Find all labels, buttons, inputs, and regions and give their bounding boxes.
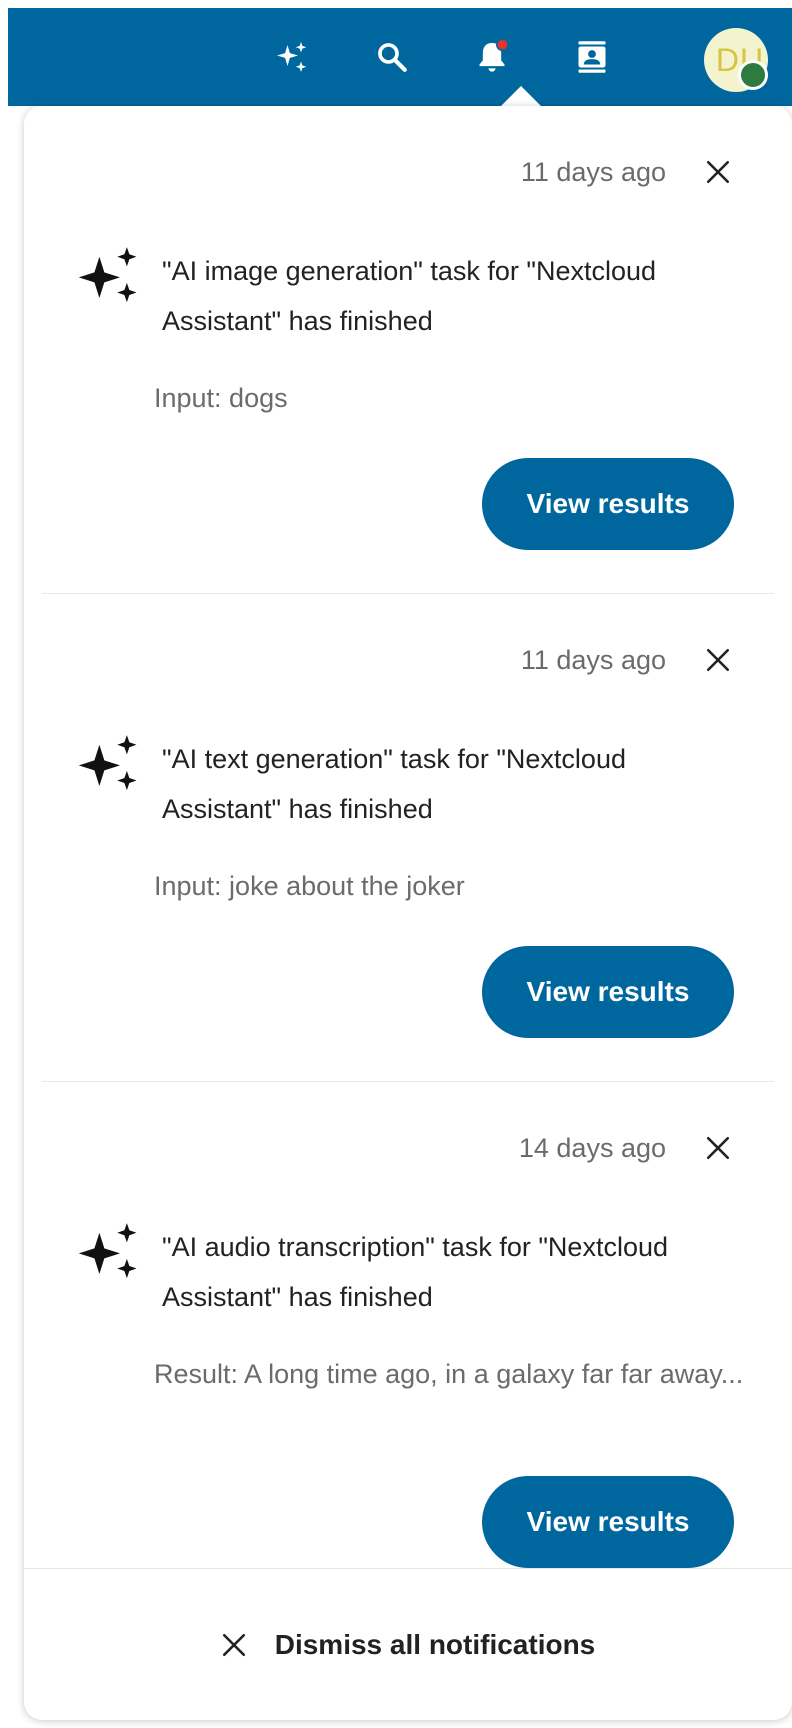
notifications-panel: 11 days ago "AI image generation" task f…	[24, 106, 792, 1720]
notification-timestamp: 14 days ago	[518, 1133, 666, 1163]
assistant-icon[interactable]	[262, 8, 322, 106]
search-icon[interactable]	[362, 8, 422, 106]
contacts-icon[interactable]	[562, 8, 622, 106]
notification-detail: Input: joke about the joker	[154, 871, 465, 901]
assistant-sparkles-icon	[78, 735, 137, 791]
popover-arrow	[499, 86, 543, 108]
notification-title: "AI audio transcription" task for "Nextc…	[162, 1232, 668, 1312]
notification-detail: Input: dogs	[154, 383, 288, 413]
notification-item: 14 days ago "AI audio transcription" tas…	[24, 1082, 792, 1568]
close-icon	[706, 1136, 730, 1160]
close-icon	[706, 648, 730, 672]
header-bar: DU	[8, 8, 792, 106]
view-results-button[interactable]: View results	[482, 946, 734, 1038]
close-icon	[706, 160, 730, 184]
notification-item: 11 days ago "AI text generation" task fo…	[24, 594, 792, 1082]
notification-timestamp: 11 days ago	[520, 157, 666, 187]
dismiss-notification-button[interactable]	[696, 1126, 740, 1170]
dismiss-all-button[interactable]: Dismiss all notifications	[24, 1568, 792, 1720]
online-status-icon	[738, 60, 768, 90]
notification-item: 11 days ago "AI image generation" task f…	[24, 106, 792, 594]
notification-title: "AI text generation" task for "Nextcloud…	[162, 744, 626, 824]
notification-detail: Result: A long time ago, in a galaxy far…	[154, 1359, 744, 1389]
view-results-button[interactable]: View results	[482, 458, 734, 550]
notifications-screen: DU 11 days ago "AI image generation" tas…	[0, 0, 792, 1728]
notification-timestamp: 11 days ago	[520, 645, 666, 675]
assistant-sparkles-icon	[78, 247, 137, 303]
notification-title: "AI image generation" task for "Nextclou…	[162, 256, 657, 336]
dismiss-all-label: Dismiss all notifications	[274, 1628, 596, 1660]
dismiss-notification-button[interactable]	[696, 638, 740, 682]
dismiss-notification-button[interactable]	[696, 150, 740, 194]
assistant-sparkles-icon	[78, 1223, 137, 1279]
close-icon	[222, 1633, 245, 1656]
view-results-button[interactable]: View results	[482, 1476, 734, 1568]
